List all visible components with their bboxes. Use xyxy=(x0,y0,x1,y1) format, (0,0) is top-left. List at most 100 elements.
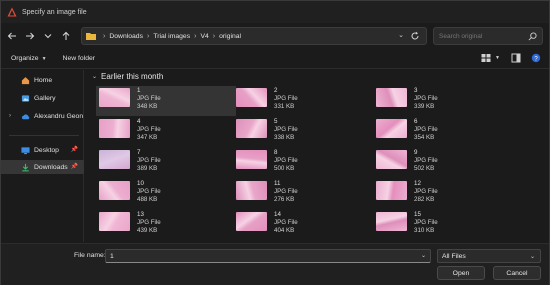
sidebar-item-gallery[interactable]: Gallery xyxy=(1,91,84,105)
home-icon xyxy=(21,76,30,84)
file-item[interactable]: 5 JPG File 338 KB xyxy=(233,117,373,147)
file-type: JPG File xyxy=(414,126,438,133)
file-item[interactable]: 14 JPG File 404 KB xyxy=(233,210,373,240)
navigation-pane: Home Gallery › Alexandru Geon Desktop 📌 … xyxy=(1,70,84,242)
file-type-select[interactable]: All Files ⌄ xyxy=(437,249,541,263)
breadcrumb-v4[interactable]: V4 › xyxy=(200,33,219,40)
file-item[interactable]: 8 JPG File 500 KB xyxy=(233,148,373,178)
file-type: JPG File xyxy=(137,95,161,102)
file-name: 8 xyxy=(274,149,278,156)
file-size: 331 KB xyxy=(274,103,295,110)
file-type: JPG File xyxy=(274,188,298,195)
file-size: 502 KB xyxy=(414,165,435,172)
file-item[interactable]: 6 JPG File 354 KB xyxy=(373,117,513,147)
file-name: 14 xyxy=(274,211,281,218)
file-type: JPG File xyxy=(137,219,161,226)
breadcrumb-original[interactable]: original xyxy=(219,33,241,40)
file-type: JPG File xyxy=(414,95,438,102)
back-button[interactable] xyxy=(5,29,19,43)
download-icon xyxy=(22,163,29,171)
file-item[interactable]: 4 JPG File 347 KB xyxy=(96,117,236,147)
file-dialog: Specify an image file › Downloads › Trial… xyxy=(0,0,550,285)
file-name: 4 xyxy=(137,118,141,125)
file-name: 3 xyxy=(414,87,418,94)
file-item[interactable]: 1 JPG File 348 KB xyxy=(96,86,236,116)
up-button[interactable] xyxy=(59,29,73,43)
new-folder-button[interactable]: New folder xyxy=(63,55,96,62)
image-thumbnail xyxy=(376,150,407,169)
breadcrumb-downloads[interactable]: Downloads › xyxy=(109,33,153,40)
refresh-icon[interactable] xyxy=(410,31,420,41)
group-header[interactable]: ⌄ Earlier this month xyxy=(92,72,163,81)
breadcrumb-trial-images[interactable]: Trial images › xyxy=(153,33,200,40)
file-name: 11 xyxy=(274,180,281,187)
file-name: 2 xyxy=(274,87,278,94)
file-item[interactable]: 12 JPG File 282 KB xyxy=(373,179,513,209)
title-bar: Specify an image file xyxy=(1,1,549,23)
image-thumbnail xyxy=(236,119,267,138)
file-size: 338 KB xyxy=(274,134,295,141)
image-thumbnail xyxy=(236,150,267,169)
file-name: 10 xyxy=(137,180,144,187)
image-thumbnail xyxy=(236,181,267,200)
file-name-label: File name: xyxy=(74,252,106,259)
app-icon xyxy=(7,7,17,17)
recent-locations-button[interactable] xyxy=(41,29,55,43)
file-item[interactable]: 2 JPG File 331 KB xyxy=(233,86,373,116)
file-type: JPG File xyxy=(274,157,298,164)
folder-icon xyxy=(86,33,96,40)
file-item[interactable]: 9 JPG File 502 KB xyxy=(373,148,513,178)
file-name: 7 xyxy=(137,149,141,156)
desktop-icon xyxy=(21,146,30,154)
sidebar-divider xyxy=(9,135,79,136)
gallery-icon xyxy=(21,94,30,102)
image-thumbnail xyxy=(376,119,407,138)
file-name-input[interactable] xyxy=(105,249,431,263)
expand-chevron-icon[interactable]: › xyxy=(9,113,11,119)
file-type: JPG File xyxy=(274,126,298,133)
file-item[interactable]: 7 JPG File 389 KB xyxy=(96,148,236,178)
cloud-icon xyxy=(21,113,30,119)
file-type: JPG File xyxy=(137,188,161,195)
image-thumbnail xyxy=(99,119,130,138)
chevron-down-icon[interactable]: ⌄ xyxy=(421,252,426,259)
image-thumbnail xyxy=(376,181,407,200)
open-button[interactable]: Open xyxy=(437,266,485,280)
search-box[interactable] xyxy=(433,27,543,45)
file-name: 9 xyxy=(414,149,418,156)
file-size: 347 KB xyxy=(137,134,158,141)
search-icon xyxy=(528,32,537,41)
file-size: 488 KB xyxy=(137,196,158,203)
chevron-down-icon xyxy=(44,34,52,39)
dialog-footer: File name: ⌄ All Files ⌄ Open Cancel xyxy=(1,243,549,285)
file-size: 439 KB xyxy=(137,227,158,234)
sidebar-item-downloads[interactable]: Downloads 📌 xyxy=(1,160,84,174)
file-type: JPG File xyxy=(414,219,438,226)
preview-pane-icon[interactable] xyxy=(511,53,521,63)
window-title: Specify an image file xyxy=(22,8,87,16)
file-type: JPG File xyxy=(414,188,438,195)
sidebar-item-home[interactable]: Home xyxy=(1,73,84,87)
file-item[interactable]: 10 JPG File 488 KB xyxy=(96,179,236,209)
address-dropdown-icon[interactable]: ⌄ xyxy=(398,31,404,39)
file-size: 282 KB xyxy=(414,196,435,203)
sidebar-item-desktop[interactable]: Desktop 📌 xyxy=(1,143,84,157)
view-options-button[interactable]: ▼ xyxy=(481,53,500,63)
forward-button[interactable] xyxy=(23,29,37,43)
pin-icon: 📌 xyxy=(70,147,78,153)
address-bar[interactable]: › Downloads › Trial images › V4 › original … xyxy=(81,27,427,45)
cancel-button[interactable]: Cancel xyxy=(493,266,541,280)
file-item[interactable]: 11 JPG File 276 KB xyxy=(233,179,373,209)
organize-button[interactable]: Organize ▼ xyxy=(11,55,47,62)
file-size: 404 KB xyxy=(274,227,295,234)
file-item[interactable]: 13 JPG File 439 KB xyxy=(96,210,236,240)
help-icon[interactable]: ? xyxy=(531,53,541,63)
image-thumbnail xyxy=(376,88,407,107)
search-input[interactable] xyxy=(439,32,529,40)
file-name: 6 xyxy=(414,118,418,125)
file-list: ⌄ Earlier this month 1 JPG File 348 KB 2 JPG… xyxy=(89,70,549,242)
file-item[interactable]: 15 JPG File 310 KB xyxy=(373,210,513,240)
sidebar-item-onedrive[interactable]: › Alexandru Geon xyxy=(1,109,84,123)
file-type: JPG File xyxy=(137,126,161,133)
file-item[interactable]: 3 JPG File 339 KB xyxy=(373,86,513,116)
